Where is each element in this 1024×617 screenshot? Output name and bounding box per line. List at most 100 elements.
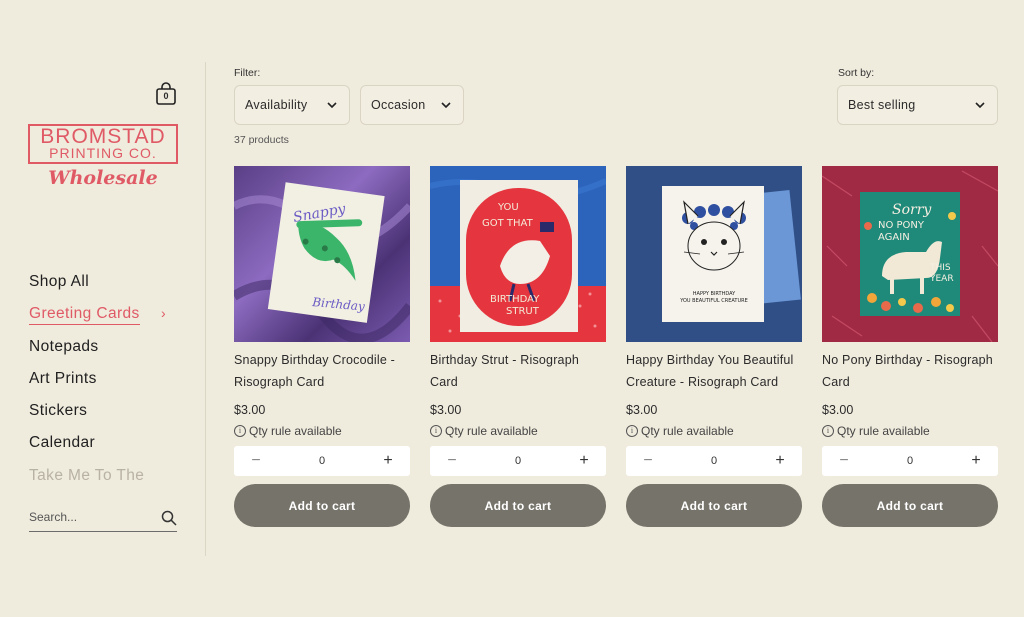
sort-dropdown[interactable]: Best selling — [837, 85, 998, 125]
info-icon: i — [234, 425, 246, 437]
product-card: HAPPY BIRTHDAY YOU BEAUTIFUL CREATURE Ha… — [626, 166, 802, 527]
quantity-value[interactable]: 0 — [319, 455, 325, 467]
quantity-stepper: − 0 + — [822, 446, 998, 476]
quantity-value[interactable]: 0 — [711, 455, 717, 467]
quantity-value[interactable]: 0 — [907, 455, 913, 467]
nav-item-take-me-to-the[interactable]: Take Me To The — [29, 467, 189, 499]
info-icon: i — [430, 425, 442, 437]
image-text: YOU — [497, 202, 519, 213]
occasion-dropdown[interactable]: Occasion — [360, 85, 464, 125]
strut-card-illustration: YOU GOT THAT BIRTHDAY STRUT — [430, 166, 606, 342]
product-card: Sorry NO PONY AGAIN THIS YEAR No Pony Bi… — [822, 166, 998, 527]
qty-rule-label: Qty rule available — [445, 424, 538, 438]
filter-label: Filter: — [234, 67, 261, 79]
product-card: YOU GOT THAT BIRTHDAY STRUT Birthday Str… — [430, 166, 606, 527]
cart-button[interactable]: 0 — [155, 82, 177, 106]
minus-icon[interactable]: − — [445, 452, 459, 470]
image-text: NO PONY — [878, 220, 925, 231]
product-price: $3.00 — [626, 403, 658, 417]
quantity-stepper: − 0 + — [234, 446, 410, 476]
availability-label: Availability — [245, 98, 308, 112]
chevron-down-icon — [327, 102, 337, 109]
product-count: 37 products — [234, 134, 289, 146]
logo-line2: PRINTING CO. — [49, 145, 157, 161]
minus-icon[interactable]: − — [837, 452, 851, 470]
qty-rule[interactable]: i Qty rule available — [430, 424, 606, 438]
cart-count: 0 — [163, 91, 169, 101]
nav-item-notepads[interactable]: Notepads — [29, 338, 189, 370]
product-title[interactable]: Snappy Birthday Crocodile - Risograph Ca… — [234, 350, 410, 393]
nav-label: Stickers — [29, 402, 88, 420]
product-title[interactable]: Happy Birthday You Beautiful Creature - … — [626, 350, 802, 393]
brand-logo[interactable]: BROMSTAD PRINTING CO. Wholesale — [28, 124, 178, 194]
pony-card-illustration: Sorry NO PONY AGAIN THIS YEAR — [822, 166, 998, 342]
add-to-cart-button[interactable]: Add to cart — [822, 484, 998, 527]
product-title[interactable]: No Pony Birthday - Risograph Card — [822, 350, 998, 393]
availability-dropdown[interactable]: Availability — [234, 85, 350, 125]
qty-rule-label: Qty rule available — [837, 424, 930, 438]
minus-icon[interactable]: − — [641, 452, 655, 470]
image-text: Sorry — [892, 202, 932, 218]
product-price: $3.00 — [430, 403, 462, 417]
qty-rule[interactable]: i Qty rule available — [822, 424, 998, 438]
image-text: HAPPY BIRTHDAY — [693, 291, 736, 297]
nav-label: Art Prints — [29, 369, 97, 387]
info-icon: i — [626, 425, 638, 437]
image-text: GOT THAT — [482, 218, 534, 229]
search-icon[interactable] — [161, 510, 177, 526]
image-text: YOU BEAUTIFUL CREATURE — [679, 298, 748, 304]
plus-icon[interactable]: + — [381, 452, 395, 470]
nav-item-art-prints[interactable]: Art Prints — [29, 370, 189, 402]
product-price: $3.00 — [234, 403, 266, 417]
logo-box: BROMSTAD PRINTING CO. — [28, 124, 178, 164]
cat-card-illustration: HAPPY BIRTHDAY YOU BEAUTIFUL CREATURE — [626, 166, 802, 342]
occasion-label: Occasion — [371, 98, 426, 112]
category-nav: Shop All Greeting Cards › Notepads Art P… — [29, 273, 189, 499]
nav-label: Calendar — [29, 434, 96, 452]
image-text: YEAR — [929, 274, 954, 284]
nav-label: Greeting Cards — [29, 305, 140, 326]
product-price: $3.00 — [822, 403, 854, 417]
search-input[interactable] — [29, 509, 149, 524]
logo-wholesale: Wholesale — [48, 167, 158, 189]
add-to-cart-button[interactable]: Add to cart — [626, 484, 802, 527]
nav-label: Notepads — [29, 337, 99, 355]
product-image-no-pony[interactable]: Sorry NO PONY AGAIN THIS YEAR — [822, 166, 998, 342]
image-text: AGAIN — [878, 232, 910, 243]
add-to-cart-button[interactable]: Add to cart — [234, 484, 410, 527]
product-image-beautiful-creature[interactable]: HAPPY BIRTHDAY YOU BEAUTIFUL CREATURE — [626, 166, 802, 342]
qty-rule[interactable]: i Qty rule available — [234, 424, 410, 438]
search-bar — [29, 502, 177, 532]
plus-icon[interactable]: + — [577, 452, 591, 470]
plus-icon[interactable]: + — [773, 452, 787, 470]
minus-icon[interactable]: − — [249, 452, 263, 470]
image-text: THIS — [929, 263, 951, 273]
nav-item-greeting-cards[interactable]: Greeting Cards › — [29, 305, 189, 337]
product-card: Snappy Birthday Snappy Birthday Crocodil… — [234, 166, 410, 527]
quantity-value[interactable]: 0 — [515, 455, 521, 467]
sidebar: 0 BROMSTAD PRINTING CO. Wholesale Shop A… — [0, 62, 206, 556]
quantity-stepper: − 0 + — [626, 446, 802, 476]
image-text: BIRTHDAY — [490, 294, 540, 305]
nav-item-shop-all[interactable]: Shop All — [29, 273, 189, 305]
qty-rule[interactable]: i Qty rule available — [626, 424, 802, 438]
qty-rule-label: Qty rule available — [641, 424, 734, 438]
sort-label: Sort by: — [838, 67, 875, 79]
qty-rule-label: Qty rule available — [249, 424, 342, 438]
product-image-crocodile[interactable]: Snappy Birthday — [234, 166, 410, 342]
crocodile-card-illustration: Snappy Birthday — [234, 166, 410, 342]
product-image-birthday-strut[interactable]: YOU GOT THAT BIRTHDAY STRUT — [430, 166, 606, 342]
product-title[interactable]: Birthday Strut - Risograph Card — [430, 350, 606, 393]
nav-label: Take Me To The — [29, 466, 145, 484]
info-icon: i — [822, 425, 834, 437]
quantity-stepper: − 0 + — [430, 446, 606, 476]
image-text: STRUT — [506, 306, 540, 317]
nav-item-calendar[interactable]: Calendar — [29, 434, 189, 466]
nav-item-stickers[interactable]: Stickers — [29, 402, 189, 434]
chevron-down-icon — [975, 102, 985, 109]
chevron-right-icon: › — [161, 305, 167, 322]
plus-icon[interactable]: + — [969, 452, 983, 470]
nav-label: Shop All — [29, 273, 90, 290]
logo-line1: BROMSTAD — [40, 125, 166, 148]
add-to-cart-button[interactable]: Add to cart — [430, 484, 606, 527]
